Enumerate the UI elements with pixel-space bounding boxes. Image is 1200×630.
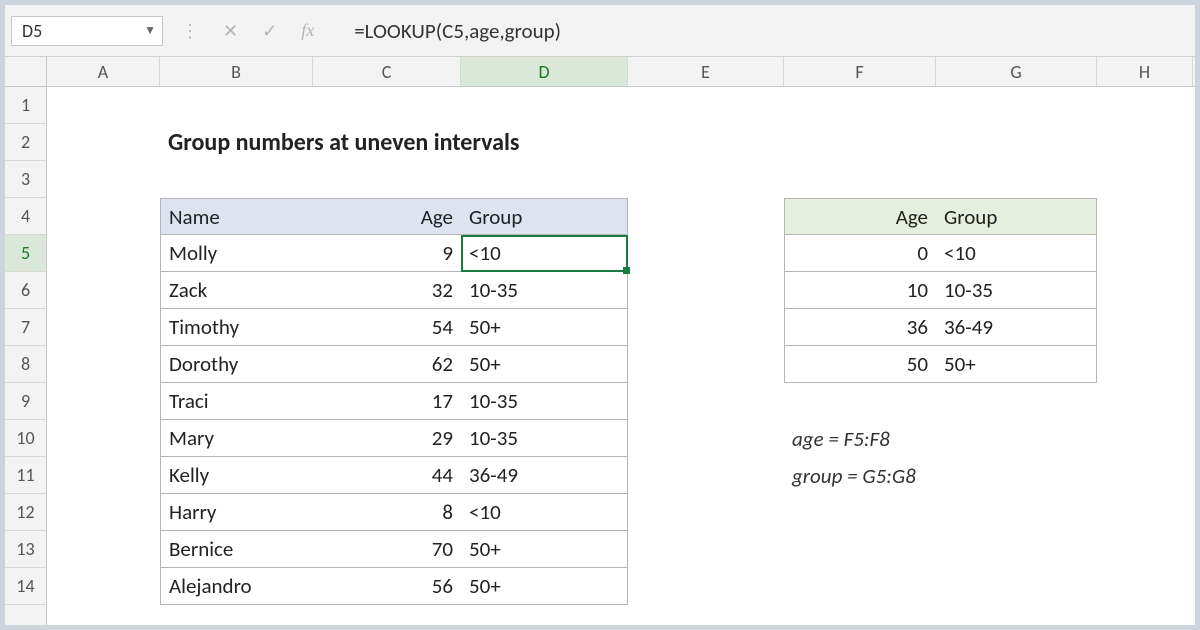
table-row[interactable]: 50+ <box>461 309 628 346</box>
table-row[interactable]: 50+ <box>461 568 628 605</box>
formula-bar: D5 ▼ ⋮ ✕ ✓ fx =LOOKUP(C5,age,group) <box>5 5 1195 57</box>
table-row[interactable]: 8 <box>313 494 461 531</box>
lookup-header-group[interactable]: Group <box>936 198 1097 235</box>
row-header-11[interactable]: 11 <box>5 457 46 494</box>
table-row[interactable]: 36-49 <box>461 457 628 494</box>
col-header-G[interactable]: G <box>936 57 1097 86</box>
cancel-formula-button[interactable]: ✕ <box>223 20 238 42</box>
table-row[interactable]: 32 <box>313 272 461 309</box>
table-row[interactable]: 36-49 <box>936 309 1097 346</box>
col-header-D[interactable]: D <box>461 57 628 86</box>
row-header-1[interactable]: 1 <box>5 87 46 124</box>
table-row[interactable]: 10-35 <box>936 272 1097 309</box>
grid-body: 1 2 3 4 5 6 7 8 9 10 11 12 13 14 Group n… <box>5 87 1195 625</box>
col-header-E[interactable]: E <box>628 57 784 86</box>
table-row[interactable]: 50+ <box>461 531 628 568</box>
table-row[interactable]: <10 <box>461 235 628 272</box>
col-header-F[interactable]: F <box>784 57 936 86</box>
table-row[interactable]: Harry <box>160 494 313 531</box>
name-box-value: D5 <box>22 20 42 42</box>
table-row[interactable]: Molly <box>160 235 313 272</box>
column-headers: A B C D E F G H <box>5 57 1195 87</box>
cells-area[interactable]: Group numbers at uneven intervals Name A… <box>47 87 1195 625</box>
table-row[interactable]: 50+ <box>461 346 628 383</box>
row-header-3[interactable]: 3 <box>5 161 46 198</box>
row-header-7[interactable]: 7 <box>5 309 46 346</box>
main-header-age[interactable]: Age <box>313 198 461 235</box>
main-header-group[interactable]: Group <box>461 198 628 235</box>
col-header-H[interactable]: H <box>1097 57 1193 86</box>
table-row[interactable]: 29 <box>313 420 461 457</box>
sheet-title: Group numbers at uneven intervals <box>160 124 660 161</box>
table-row[interactable]: 10-35 <box>461 383 628 420</box>
table-row[interactable]: 10-35 <box>461 272 628 309</box>
row-header-8[interactable]: 8 <box>5 346 46 383</box>
table-row[interactable]: 36 <box>784 309 936 346</box>
app-window: D5 ▼ ⋮ ✕ ✓ fx =LOOKUP(C5,age,group) A B … <box>0 0 1200 630</box>
row-header-13[interactable]: 13 <box>5 531 46 568</box>
row-header-14[interactable]: 14 <box>5 568 46 605</box>
row-header-2[interactable]: 2 <box>5 124 46 161</box>
named-range-note-group: group = G5:G8 <box>784 457 1084 494</box>
accept-formula-button[interactable]: ✓ <box>262 20 277 42</box>
table-row[interactable]: <10 <box>461 494 628 531</box>
table-row[interactable]: 62 <box>313 346 461 383</box>
table-row[interactable]: Dorothy <box>160 346 313 383</box>
chevron-down-icon[interactable]: ▼ <box>144 23 156 38</box>
table-row[interactable]: 54 <box>313 309 461 346</box>
row-header-4[interactable]: 4 <box>5 198 46 235</box>
table-row[interactable]: 44 <box>313 457 461 494</box>
table-row[interactable]: Zack <box>160 272 313 309</box>
table-row[interactable]: Traci <box>160 383 313 420</box>
row-header-9[interactable]: 9 <box>5 383 46 420</box>
table-row[interactable]: 10 <box>784 272 936 309</box>
table-row[interactable]: 0 <box>784 235 936 272</box>
name-box[interactable]: D5 ▼ <box>11 16 163 46</box>
table-row[interactable]: 10-35 <box>461 420 628 457</box>
row-header-10[interactable]: 10 <box>5 420 46 457</box>
dots-icon: ⋮ <box>181 20 199 42</box>
table-row[interactable]: Kelly <box>160 457 313 494</box>
table-row[interactable]: Mary <box>160 420 313 457</box>
col-header-B[interactable]: B <box>160 57 313 86</box>
table-row[interactable]: 17 <box>313 383 461 420</box>
table-row[interactable]: 70 <box>313 531 461 568</box>
row-header-6[interactable]: 6 <box>5 272 46 309</box>
row-header-5[interactable]: 5 <box>5 235 46 272</box>
select-all-corner[interactable] <box>5 57 47 86</box>
main-header-name[interactable]: Name <box>160 198 313 235</box>
formula-input[interactable]: =LOOKUP(C5,age,group) <box>334 18 1195 44</box>
table-row[interactable]: 50 <box>784 346 936 383</box>
table-row[interactable]: <10 <box>936 235 1097 272</box>
table-row[interactable]: 50+ <box>936 346 1097 383</box>
insert-function-button[interactable]: fx <box>301 20 314 41</box>
col-header-A[interactable]: A <box>47 57 160 86</box>
lookup-header-age[interactable]: Age <box>784 198 936 235</box>
named-range-note-age: age = F5:F8 <box>784 420 1084 457</box>
table-row[interactable]: 9 <box>313 235 461 272</box>
row-header-12[interactable]: 12 <box>5 494 46 531</box>
table-row[interactable]: Timothy <box>160 309 313 346</box>
table-row[interactable]: Alejandro <box>160 568 313 605</box>
row-headers: 1 2 3 4 5 6 7 8 9 10 11 12 13 14 <box>5 87 47 625</box>
formula-bar-buttons: ⋮ ✕ ✓ fx <box>181 20 322 42</box>
table-row[interactable]: 56 <box>313 568 461 605</box>
col-header-C[interactable]: C <box>313 57 461 86</box>
table-row[interactable]: Bernice <box>160 531 313 568</box>
